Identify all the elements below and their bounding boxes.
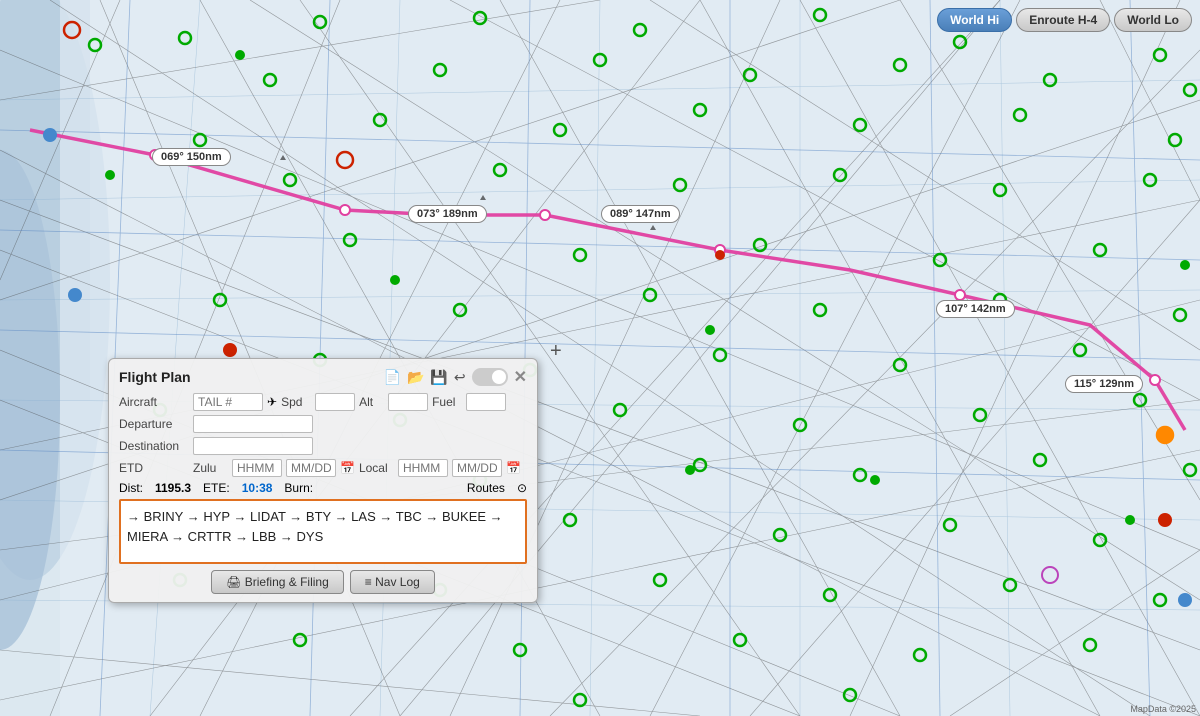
ete-label: ETE:: [203, 481, 230, 495]
departure-label: Departure: [119, 417, 189, 431]
fuel-label: Fuel: [432, 395, 462, 409]
top-nav: World Hi Enroute H-4 World Lo: [937, 8, 1192, 32]
zulu-mmdd-input[interactable]: [286, 459, 336, 477]
map-copyright: MapData ©2025: [1130, 704, 1196, 714]
world-lo-button[interactable]: World Lo: [1114, 8, 1192, 32]
local-hhmm-input[interactable]: [398, 459, 448, 477]
fp-close-button[interactable]: ✕: [514, 367, 527, 387]
local-calendar-icon[interactable]: 📅: [506, 461, 521, 475]
flight-plan-panel: Flight Plan 📄 📂 💾 ↩ ✕ Aircraft ✈ Spd 110…: [108, 358, 538, 603]
map-container: 069° 150nm 073° 189nm 089° 147nm 107° 14…: [0, 0, 1200, 716]
zulu-hhmm-input[interactable]: [232, 459, 282, 477]
dist-value: 1195.3: [155, 481, 191, 495]
alt-label: Alt: [359, 395, 384, 409]
fp-open-icon[interactable]: 📂: [407, 369, 424, 386]
fp-new-icon[interactable]: 📄: [384, 369, 401, 386]
destination-input[interactable]: [193, 437, 313, 455]
spd-label: Spd: [281, 395, 311, 409]
enroute-button[interactable]: Enroute H-4: [1016, 8, 1110, 32]
departure-input[interactable]: [193, 415, 313, 433]
burn-label: Burn:: [284, 481, 313, 495]
routes-label[interactable]: Routes: [467, 481, 505, 495]
local-label: Local: [359, 461, 394, 475]
ete-value: 10:38: [242, 481, 273, 495]
routes-arrow-icon: ⊙: [517, 481, 527, 495]
destination-label: Destination: [119, 439, 189, 453]
fp-toolbar: 📄 📂 💾 ↩ ✕: [384, 367, 527, 387]
spd-input[interactable]: 110: [315, 393, 355, 411]
dist-ete-row: Dist: 1195.3 ETE: 10:38 Burn: Routes ⊙: [119, 481, 527, 495]
destination-row: Destination: [119, 437, 527, 455]
world-hi-button[interactable]: World Hi: [937, 8, 1012, 32]
flight-plan-title: Flight Plan: [119, 369, 191, 385]
zulu-calendar-icon[interactable]: 📅: [340, 461, 355, 475]
nav-log-button[interactable]: ≡ Nav Log: [350, 570, 435, 594]
etd-row: ETD Zulu 📅 Local 📅: [119, 459, 527, 477]
etd-label: ETD: [119, 461, 189, 475]
aircraft-input[interactable]: [193, 393, 263, 411]
fp-toggle-knob: [492, 370, 506, 384]
fuel-input[interactable]: 0: [466, 393, 506, 411]
aircraft-label: Aircraft: [119, 395, 189, 409]
fp-toggle[interactable]: [472, 368, 508, 386]
aircraft-icon: ✈: [267, 395, 277, 409]
departure-row: Departure: [119, 415, 527, 433]
local-mmdd-input[interactable]: [452, 459, 502, 477]
alt-input[interactable]: 080: [388, 393, 428, 411]
route-text-box[interactable]: → BRINY → HYP → LIDAT → BTY → LAS → TBC …: [119, 499, 527, 564]
briefing-filing-button[interactable]: 🖨 Briefing & Filing: [211, 570, 344, 594]
fp-save-icon[interactable]: 💾: [430, 369, 447, 386]
dist-label: Dist:: [119, 481, 143, 495]
fp-buttons: 🖨 Briefing & Filing ≡ Nav Log: [119, 570, 527, 594]
fp-export-icon[interactable]: ↩: [454, 369, 466, 386]
zulu-label: Zulu: [193, 461, 228, 475]
aircraft-row: Aircraft ✈ Spd 110 Alt 080 Fuel 0: [119, 393, 527, 411]
